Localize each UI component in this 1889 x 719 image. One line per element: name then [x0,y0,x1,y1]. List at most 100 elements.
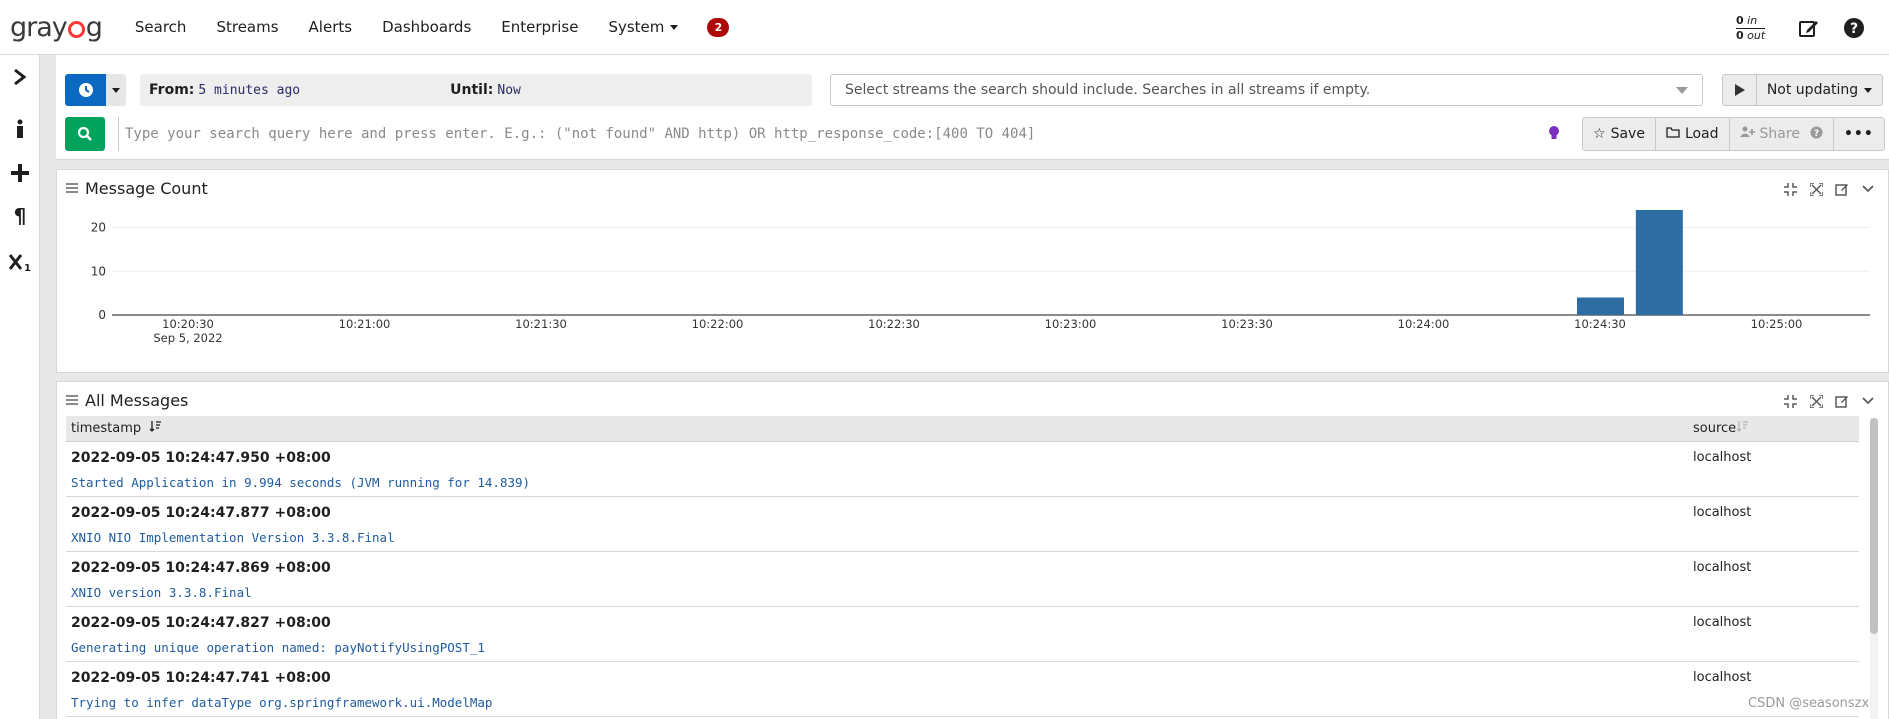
expand-icon[interactable] [1803,392,1829,410]
widget-title: All Messages [85,391,189,410]
row-timestamp: 2022-09-05 10:24:47.827 +08:00 [71,615,331,631]
question-icon: ? [1810,126,1823,143]
row-source: localhost [1693,615,1752,630]
save-button[interactable]: ☆ Save [1582,117,1656,151]
folder-icon [1666,126,1680,142]
sort-icon[interactable] [1736,420,1748,436]
dropdown-arrow-icon [1676,87,1688,94]
search-actions-group: ☆ Save Load Share ? ••• [1582,117,1885,151]
notifications-badge[interactable]: 2 [707,17,730,37]
row-timestamp: 2022-09-05 10:24:47.869 +08:00 [71,560,331,576]
throughput-out-value: 0 [1736,29,1744,42]
throughput-indicator[interactable]: 0 in 0 out [1736,14,1766,43]
row-message[interactable]: XNIO version 3.3.8.Final [71,585,252,600]
logo-o-icon [67,20,85,38]
chevron-down-icon[interactable] [1855,180,1881,198]
expand-icon[interactable] [1803,180,1829,198]
scratchpad-icon[interactable] [1797,16,1821,40]
row-message[interactable]: XNIO NIO Implementation Version 3.3.8.Fi… [71,530,395,545]
column-header-timestamp[interactable]: timestamp [71,421,141,436]
caret-down-icon [670,24,679,30]
time-range-type-dropdown[interactable] [106,74,126,106]
search-button[interactable] [65,117,105,151]
logo-text-end: g [85,11,103,43]
chart-bar[interactable] [1635,210,1683,315]
nav-alerts[interactable]: Alerts [294,18,368,36]
y-tick-label: 0 [98,308,106,322]
stream-filter-select[interactable]: Select streams the search should include… [830,74,1703,106]
compress-icon[interactable] [1777,180,1803,198]
row-source: localhost [1693,450,1752,465]
sort-desc-icon[interactable] [149,420,161,436]
throughput-in-value: 0 [1736,14,1744,27]
table-row[interactable]: 2022-09-05 10:24:47.950 +08:00 Started A… [66,442,1859,497]
nav-search-label: Search [134,18,187,36]
svg-text:1: 1 [24,263,31,272]
nav-dashboards-label: Dashboards [382,18,472,36]
x-tick-label: 10:24:00 [1398,317,1450,331]
add-icon[interactable] [8,161,32,185]
row-message[interactable]: Started Application in 9.994 seconds (JV… [71,475,530,490]
refresh-label: Not updating [1766,82,1859,98]
table-row[interactable]: 2022-09-05 10:24:47.869 +08:00 XNIO vers… [66,552,1859,607]
table-scrollbar[interactable] [1870,418,1878,719]
nav-system-label: System [608,18,665,36]
logo-text-start: gray [10,11,68,43]
x-tick-label: 10:24:30 [1574,317,1626,331]
search-icon [77,126,92,141]
share-button[interactable]: Share ? [1728,117,1834,151]
x-tick-label: 10:22:00 [692,317,744,331]
table-row[interactable]: 2022-09-05 10:24:47.827 +08:00 Generatin… [66,607,1859,662]
message-count-widget: Message Count 20 10 0 10:20:30 10:21:00 10:2… [56,169,1889,373]
info-icon[interactable] [8,117,32,141]
edit-icon[interactable] [1829,392,1855,410]
formula-icon[interactable]: 1 [8,250,32,274]
lightbulb-icon[interactable] [1548,125,1560,145]
more-actions-button[interactable]: ••• [1832,117,1885,151]
nav-dashboards[interactable]: Dashboards [367,18,486,36]
chart-bar[interactable] [1577,297,1624,316]
row-message[interactable]: Generating unique operation named: payNo… [71,640,485,655]
nav-streams[interactable]: Streams [201,18,293,36]
time-range-display[interactable]: From: 5 minutes ago Until: Now [140,74,812,106]
scrollbar-thumb[interactable] [1870,418,1878,634]
row-source: localhost [1693,505,1752,520]
table-row[interactable]: 2022-09-05 10:24:47.877 +08:00 XNIO NIO … [66,497,1859,552]
from-value: 5 minutes ago [198,82,301,98]
search-query-input[interactable]: Type your search query here and press en… [118,117,1608,151]
load-label: Load [1684,126,1719,142]
column-header-source[interactable]: source [1693,421,1736,436]
paragraph-icon[interactable]: ¶ [8,204,32,228]
graylog-logo[interactable]: gray g [10,11,103,43]
nav-streams-label: Streams [216,18,279,36]
svg-text:?: ? [1814,129,1819,139]
left-sidebar: ¶ 1 [0,55,40,719]
refresh-interval-dropdown[interactable]: Not updating [1756,74,1883,106]
edit-icon[interactable] [1829,180,1855,198]
throughput-out-label: out [1747,29,1766,42]
drag-handle-icon[interactable] [66,395,78,405]
until-label: Until: [450,82,494,98]
compress-icon[interactable] [1777,392,1803,410]
nav-search[interactable]: Search [120,18,202,36]
message-count-chart: 20 10 0 10:20:30 10:21:00 10:21:30 10:22:00 10… [91,210,1870,345]
caret-down-icon [112,87,120,93]
messages-table: timestamp source 2022-09-05 10:24:47.950… [66,416,1859,717]
help-icon[interactable]: ? [1842,16,1866,40]
play-button[interactable] [1722,74,1756,106]
main-nav: Search Streams Alerts Dashboards Enterpr… [120,18,693,36]
ellipsis-icon: ••• [1843,126,1874,142]
row-message[interactable]: Trying to infer dataType org.springframe… [71,695,492,710]
time-range-button[interactable] [65,74,106,106]
svg-text:?: ? [1850,21,1858,37]
nav-system[interactable]: System [593,18,693,36]
nav-enterprise[interactable]: Enterprise [486,18,593,36]
x-tick-label: 10:23:00 [1045,317,1097,331]
load-button[interactable]: Load [1654,117,1730,151]
drag-handle-icon[interactable] [66,183,78,193]
from-label: From: [149,82,195,98]
chevron-right-icon[interactable] [8,65,32,89]
user-plus-icon [1739,126,1756,142]
table-row[interactable]: 2022-09-05 10:24:47.741 +08:00 Trying to… [66,662,1859,717]
chevron-down-icon[interactable] [1855,392,1881,410]
